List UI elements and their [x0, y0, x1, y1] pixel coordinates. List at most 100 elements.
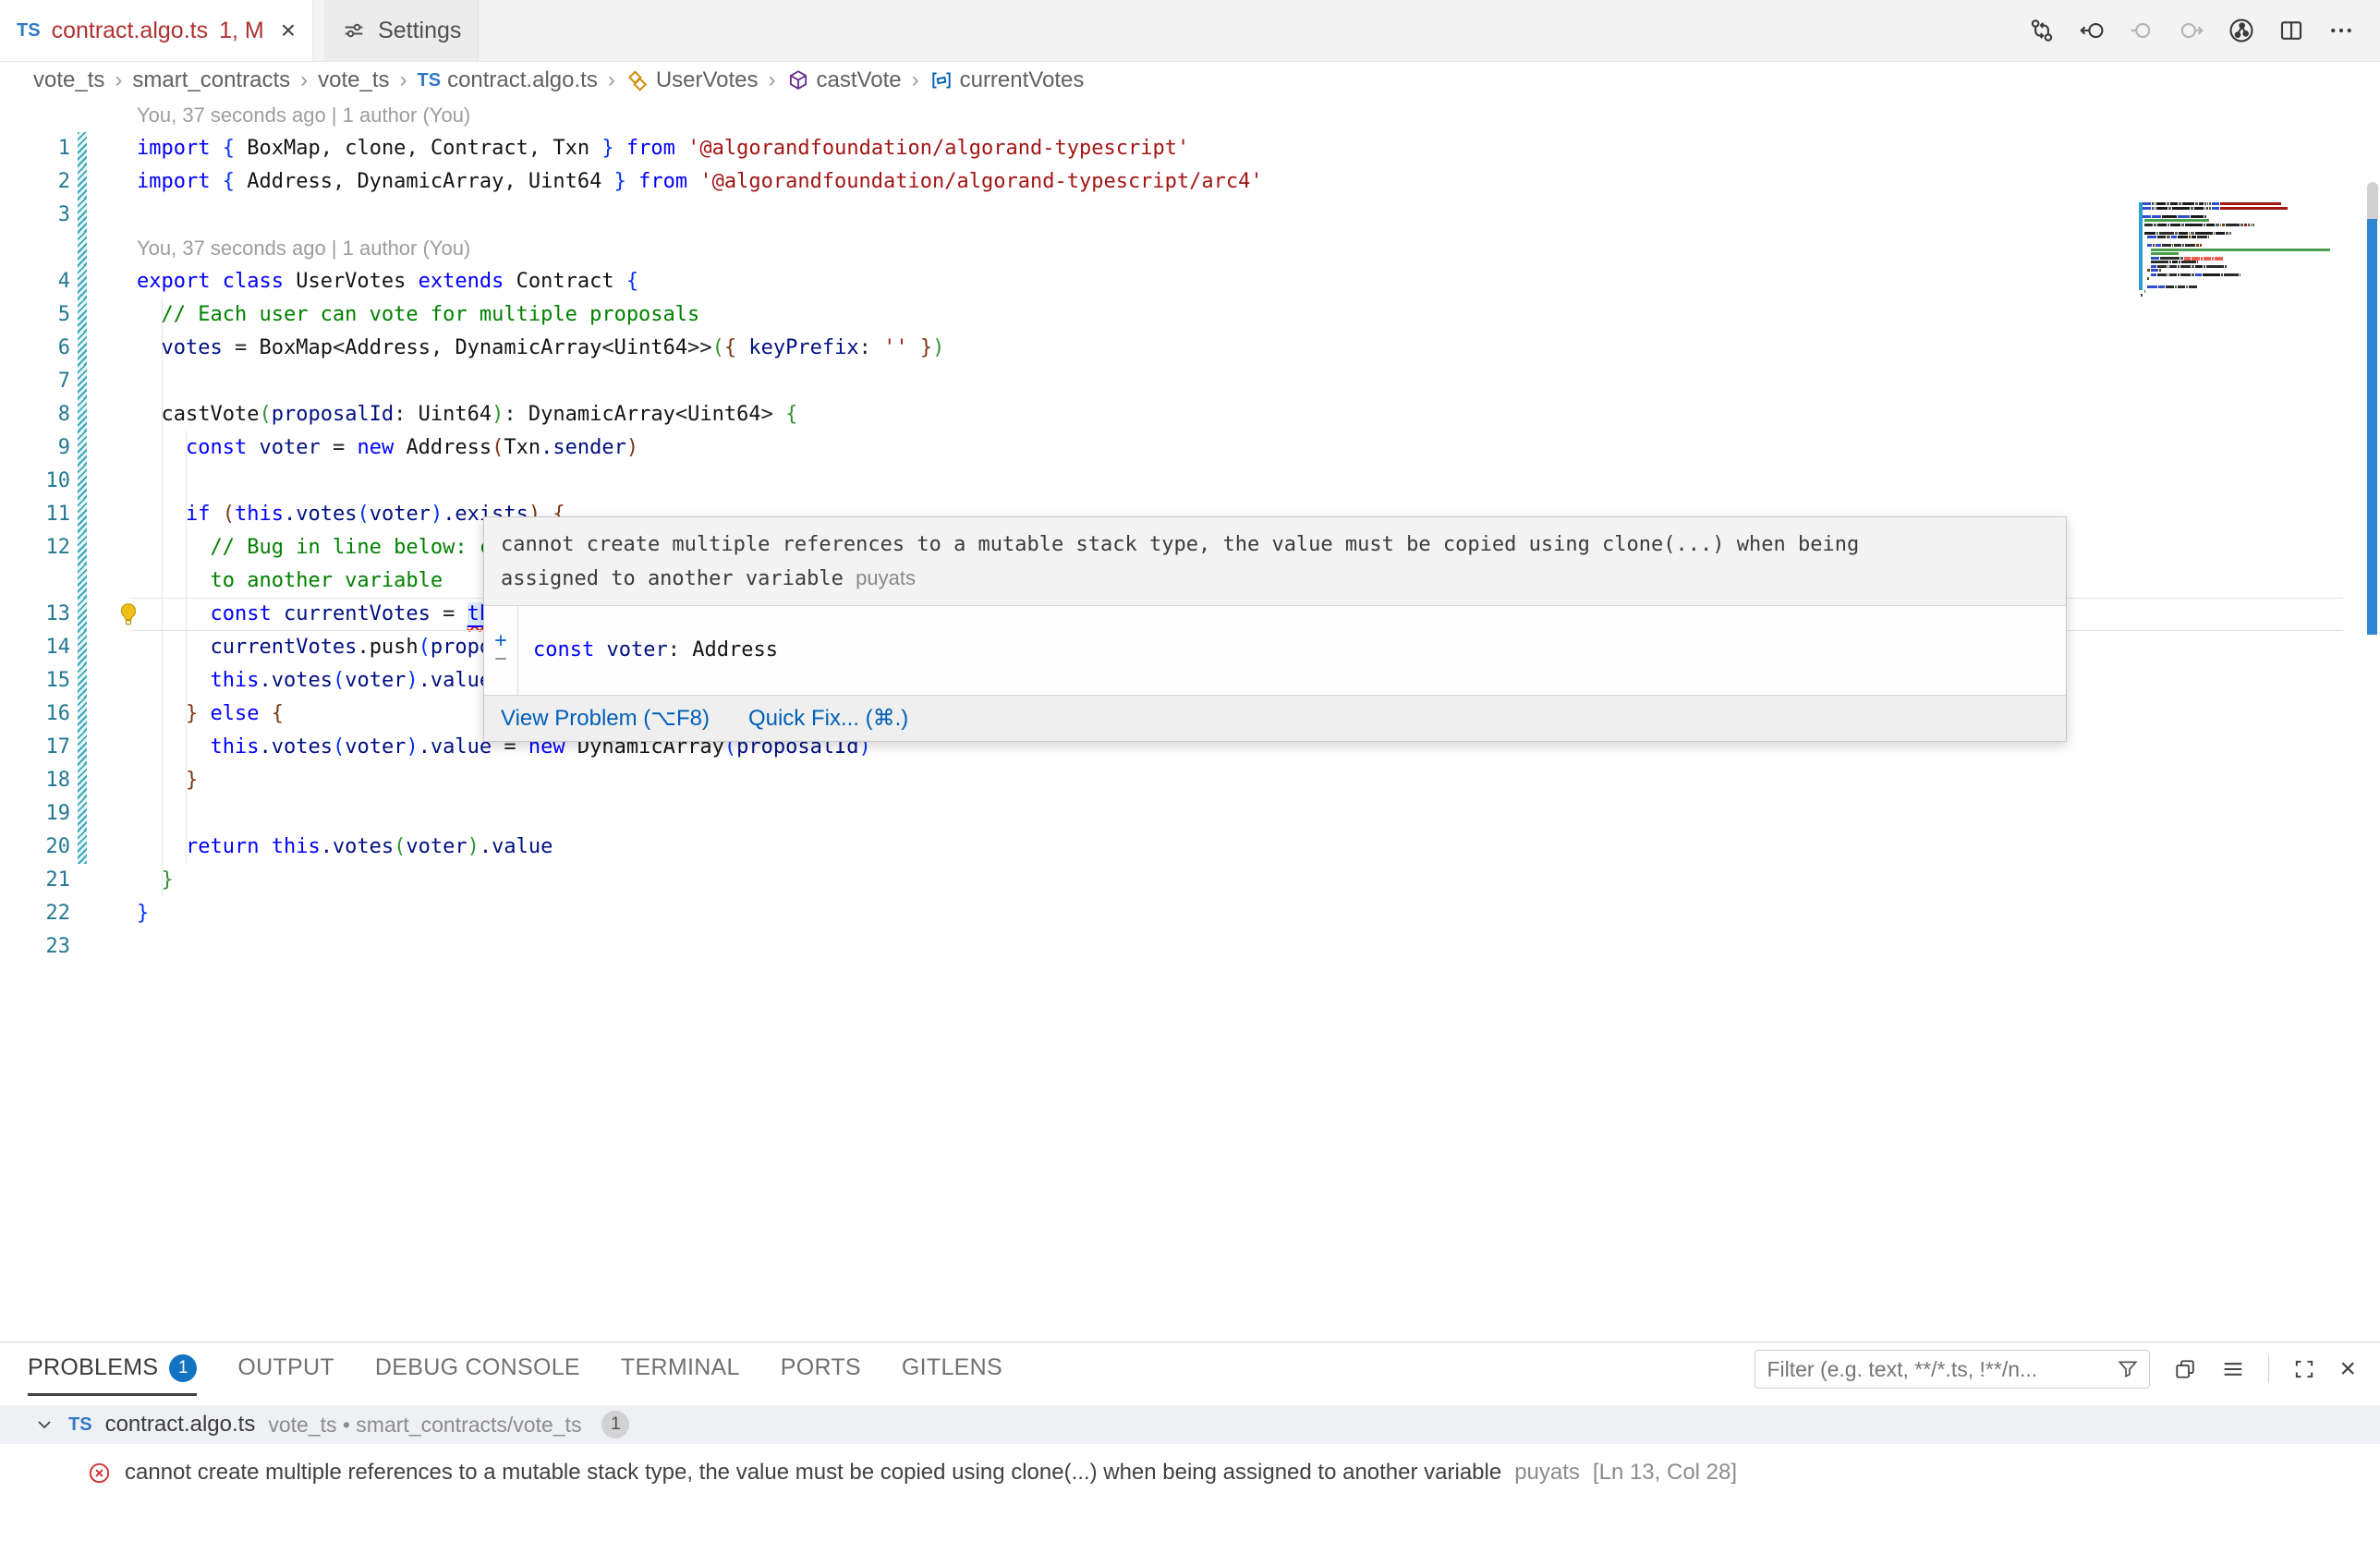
quick-fix-link[interactable]: Quick Fix... (⌘.): [748, 705, 908, 732]
gutter[interactable]: [70, 831, 137, 864]
line-number[interactable]: [0, 99, 70, 132]
gutter[interactable]: [70, 498, 137, 531]
line-number[interactable]: 6: [0, 332, 70, 365]
gutter[interactable]: [70, 265, 137, 298]
gutter[interactable]: [70, 797, 137, 831]
code-line[interactable]: 5 // Each user can vote for multiple pro…: [0, 298, 2380, 332]
gutter[interactable]: [70, 864, 137, 897]
breadcrumb-item[interactable]: vote_ts: [33, 67, 104, 93]
line-number[interactable]: 17: [0, 731, 70, 764]
code-line[interactable]: 19: [0, 797, 2380, 831]
gutter[interactable]: [70, 132, 137, 165]
code-line[interactable]: 2import { Address, DynamicArray, Uint64 …: [0, 165, 2380, 199]
chevron-down-icon[interactable]: [33, 1414, 55, 1436]
gutter[interactable]: [70, 398, 137, 431]
code-line[interactable]: 4export class UserVotes extends Contract…: [0, 265, 2380, 298]
lightbulb-icon[interactable]: [115, 601, 142, 628]
code-line[interactable]: 18 }: [0, 764, 2380, 797]
line-number[interactable]: 4: [0, 265, 70, 298]
code-line[interactable]: 3: [0, 199, 2380, 232]
line-number[interactable]: 12: [0, 531, 70, 564]
blame-annotation[interactable]: You, 37 seconds ago | 1 author (You): [137, 232, 470, 265]
gutter[interactable]: [70, 465, 137, 498]
panel-tab-gitlens[interactable]: GITLENS: [902, 1342, 1002, 1396]
line-number[interactable]: 14: [0, 631, 70, 664]
gutter[interactable]: [70, 199, 137, 232]
gutter[interactable]: [70, 731, 137, 764]
breadcrumb-item-class[interactable]: UserVotes: [625, 67, 759, 93]
gutter[interactable]: [70, 564, 137, 598]
line-number[interactable]: 10: [0, 465, 70, 498]
line-number[interactable]: 11: [0, 498, 70, 531]
gutter[interactable]: [70, 631, 137, 664]
gutter[interactable]: [70, 698, 137, 731]
problem-row[interactable]: cannot create multiple references to a m…: [0, 1451, 2380, 1494]
split-editor-icon[interactable]: [2277, 16, 2306, 45]
gutter[interactable]: [70, 298, 137, 332]
line-number[interactable]: 3: [0, 199, 70, 232]
code-line[interactable]: 9 const voter = new Address(Txn.sender): [0, 431, 2380, 465]
problems-file-group[interactable]: TS contract.algo.ts vote_ts • smart_cont…: [0, 1405, 2380, 1444]
minimap[interactable]: [2141, 202, 2338, 341]
breadcrumb-item-variable[interactable]: currentVotes: [929, 67, 1085, 93]
gutter[interactable]: [70, 365, 137, 398]
filter-input[interactable]: [1765, 1356, 2108, 1383]
code-line[interactable]: 6 votes = BoxMap<Address, DynamicArray<U…: [0, 332, 2380, 365]
gutter[interactable]: [70, 897, 137, 930]
panel-tab-output[interactable]: OUTPUT: [237, 1342, 334, 1396]
line-number[interactable]: 20: [0, 831, 70, 864]
panel-tab-problems[interactable]: PROBLEMS 1: [28, 1342, 197, 1396]
tab-contract-algo-ts[interactable]: TS contract.algo.ts 1, M ×: [0, 0, 313, 61]
code-editor[interactable]: You, 37 seconds ago | 1 author (You)1imp…: [0, 99, 2380, 1341]
gutter[interactable]: [70, 99, 137, 132]
maximize-panel-icon[interactable]: [2291, 1356, 2317, 1382]
line-number[interactable]: 15: [0, 664, 70, 698]
panel-tab-terminal[interactable]: TERMINAL: [621, 1342, 740, 1396]
view-problem-link[interactable]: View Problem (⌥F8): [501, 705, 710, 732]
gutter[interactable]: [70, 764, 137, 797]
next-change-disabled-icon[interactable]: [2177, 16, 2206, 45]
gutter[interactable]: [70, 332, 137, 365]
tab-settings[interactable]: Settings: [324, 0, 479, 61]
code-line[interactable]: 20 return this.votes(voter).value: [0, 831, 2380, 864]
blame-annotation[interactable]: You, 37 seconds ago | 1 author (You): [137, 99, 470, 132]
gutter[interactable]: [70, 165, 137, 199]
line-number[interactable]: 1: [0, 132, 70, 165]
line-number[interactable]: 2: [0, 165, 70, 199]
collapse-all-icon[interactable]: [2172, 1356, 2198, 1382]
gutter[interactable]: [70, 664, 137, 698]
line-number[interactable]: [0, 564, 70, 598]
code-line[interactable]: 23: [0, 930, 2380, 964]
line-number[interactable]: 8: [0, 398, 70, 431]
line-number[interactable]: 13: [0, 598, 70, 631]
line-number[interactable]: 22: [0, 897, 70, 930]
more-actions-icon[interactable]: [2326, 16, 2356, 45]
line-number[interactable]: 5: [0, 298, 70, 332]
code-line[interactable]: 21 }: [0, 864, 2380, 897]
gitlens-blame-row[interactable]: You, 37 seconds ago | 1 author (You): [0, 232, 2380, 265]
line-number[interactable]: 21: [0, 864, 70, 897]
view-as-table-icon[interactable]: [2220, 1356, 2246, 1382]
code-line[interactable]: 22}: [0, 897, 2380, 930]
close-tab-icon[interactable]: ×: [281, 18, 296, 43]
breadcrumb-item-file[interactable]: TS contract.algo.ts: [418, 67, 598, 93]
line-number[interactable]: 18: [0, 764, 70, 797]
previous-change-icon[interactable]: [2077, 16, 2107, 45]
gutter[interactable]: [70, 232, 137, 265]
code-line[interactable]: 8 castVote(proposalId: Uint64): DynamicA…: [0, 398, 2380, 431]
gitlens-blame-row[interactable]: You, 37 seconds ago | 1 author (You): [0, 99, 2380, 132]
line-number[interactable]: [0, 232, 70, 265]
git-compare-icon[interactable]: [2027, 16, 2057, 45]
code-line[interactable]: 7: [0, 365, 2380, 398]
collapse-icon[interactable]: −: [494, 650, 506, 669]
gutter[interactable]: [70, 531, 137, 564]
breadcrumb-item[interactable]: vote_ts: [318, 67, 389, 93]
breadcrumb-item-method[interactable]: castVote: [786, 67, 902, 93]
line-number[interactable]: 7: [0, 365, 70, 398]
panel-tab-ports[interactable]: PORTS: [781, 1342, 861, 1396]
line-number[interactable]: 16: [0, 698, 70, 731]
line-number[interactable]: 9: [0, 431, 70, 465]
gitlens-graph-icon[interactable]: [2227, 16, 2256, 45]
line-number[interactable]: 23: [0, 930, 70, 964]
gutter[interactable]: [70, 930, 137, 964]
